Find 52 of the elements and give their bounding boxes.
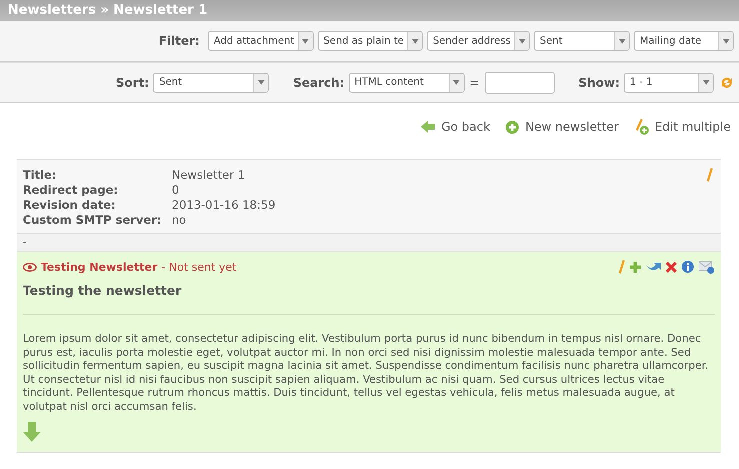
eye-icon [23,262,37,272]
caret-icon[interactable] [722,38,730,44]
caret-icon[interactable] [412,38,419,44]
detail-label: Title: [23,168,57,182]
show-label: Show: [578,76,620,90]
filter-dropdown[interactable]: Add attachment [208,31,314,51]
filter-dropdown[interactable]: Mailing date [634,31,734,51]
caret-icon[interactable] [518,38,526,44]
caret-icon[interactable] [618,38,626,44]
back-link[interactable]: Go back [421,120,490,134]
detail-value: 0 [172,183,180,197]
search-input[interactable] [484,72,555,94]
pencil-plus-icon [634,119,649,135]
filter-dropdown[interactable]: Sent [534,31,630,51]
separator-text: - [23,236,27,249]
message-name: Testing Newsletter [41,260,158,274]
detail-label: Custom SMTP server: [23,213,162,227]
caret-icon[interactable] [258,80,265,85]
detail-value: Newsletter 1 [172,168,246,182]
detail-value: no [172,213,186,227]
show-dropdown[interactable]: 1 - 1 [624,72,714,92]
search-field-dropdown[interactable]: HTML content [348,72,465,92]
mail-icon[interactable] [699,260,715,274]
message-status: - Not sent yet [162,260,237,274]
search-label: Search: [293,76,345,90]
filter-dropdown[interactable]: Send as plain te [318,31,424,51]
new-link[interactable]: New newsletter [506,120,619,134]
refresh-icon[interactable] [720,76,734,90]
pencil-icon[interactable] [707,168,713,182]
delete-icon[interactable] [666,262,677,272]
edit-link[interactable]: Edit multiple [634,119,731,135]
pencil-icon[interactable] [619,260,625,274]
page-title: Newsletters » Newsletter 1 [0,0,739,21]
equals-sign: = [470,76,480,90]
info-icon[interactable] [682,261,694,273]
sort-dropdown[interactable]: Sent [153,72,270,92]
curved-arrow-icon[interactable] [646,262,661,272]
message-subject: Testing the newsletter [23,283,715,315]
down-arrow-icon[interactable] [23,422,41,442]
caret-icon[interactable] [453,80,460,85]
detail-label: Redirect page: [23,183,118,197]
back-arrow-icon [421,121,436,133]
filter-dropdown[interactable]: Sender address [427,31,530,51]
plus-icon[interactable] [630,262,641,272]
caret-icon[interactable] [302,38,310,44]
filter-label: Filter: [158,34,200,48]
caret-icon[interactable] [702,80,710,85]
sort-label: Sort: [116,76,150,90]
plus-icon [506,120,520,134]
detail-value: 2013-01-16 18:59 [172,198,276,212]
detail-label: Revision date: [23,198,116,212]
message-body: Lorem ipsum dolor sit amet, consectetur adipiscing elit. Vestibulum porta purus id nunc bibendum in tempus nisl ornare. Donec purus est, iaculis porta molestie eget, volutpat auctor mi. In non orci sed nisi dignissim molestie malesuada tempor ante. Sed sollicitudin fermentum sapien, eu suscipit magna lacinia sit amet. Suspendisse condimentum facilisis nunc pharetra ullamcorper. Ut consectetur nisl id nisi faucibus non suscipit sapien aliquam. Vestibulum ac nisi quam. Sed cursus ultrices lectus vitae tincidunt. Pellentesque rutrum rhoncus mattis. Duis tincidunt, tellus vel egestas vehicula, felis metus malesuada augue, at volutpat nisl orci accumsan felis. [23,333,710,414]
